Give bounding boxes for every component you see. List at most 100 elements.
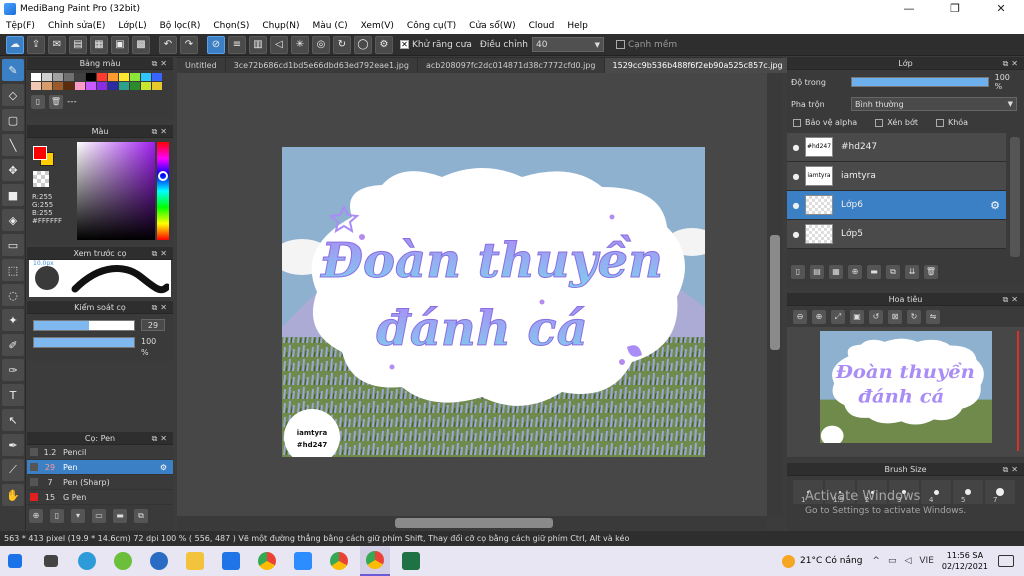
brush-size-option[interactable]: 4 [921, 480, 951, 504]
palette-swatch[interactable] [64, 73, 74, 81]
snap-radial-icon[interactable]: ✳ [291, 35, 309, 54]
language-indicator[interactable]: VIE [919, 556, 934, 566]
comment-icon[interactable]: ✉ [48, 35, 66, 54]
layer-item-lop6[interactable]: ● Lớp6 ⚙ [787, 191, 1006, 220]
snap-off-icon[interactable]: ⊘ [207, 35, 225, 54]
operation-tool-icon[interactable]: ↖ [2, 409, 24, 431]
palette-swatches[interactable] [27, 70, 173, 93]
reset-view-icon[interactable]: ⊠ [888, 310, 902, 324]
navigator-view[interactable]: Đoàn thuyền đánh cá [787, 327, 1024, 457]
brush-size-option[interactable]: 2 [857, 480, 887, 504]
add-palette-icon[interactable]: ▯ [31, 95, 45, 109]
snap-perspective-icon[interactable]: ◁ [270, 35, 288, 54]
layer-list-scrollbar[interactable] [1010, 137, 1020, 257]
flip-horizontal-icon[interactable]: ⇋ [926, 310, 940, 324]
palette-swatch[interactable] [86, 73, 96, 81]
fit-window-icon[interactable]: ⤢ [831, 310, 845, 324]
brush-tool-icon[interactable]: ✎ [2, 59, 24, 81]
copy-brush-icon[interactable]: ▯ [50, 509, 64, 523]
foreground-color-swatch[interactable] [33, 146, 47, 160]
brush-size-option[interactable]: 3 [889, 480, 919, 504]
palette-swatch[interactable] [130, 73, 140, 81]
divide-tool-icon[interactable]: ⟋ [2, 459, 24, 481]
weather-icon[interactable] [782, 554, 796, 568]
palette-swatch[interactable] [108, 82, 118, 90]
panel-controls-icon[interactable]: ⧉✕ [152, 125, 170, 138]
protect-alpha-checkbox[interactable]: Bảo vệ alpha [793, 118, 857, 127]
maximize-button[interactable]: ❐ [932, 2, 978, 15]
antialias-checkbox[interactable]: ✕ Khử răng cưa [400, 40, 472, 50]
snap-parallel-icon[interactable]: ≡ [228, 35, 246, 54]
notification-icon[interactable] [998, 555, 1014, 567]
gear-icon[interactable]: ⚙ [990, 199, 1000, 212]
menu-color[interactable]: Màu (C) [313, 21, 348, 31]
brush-duplicate-icon[interactable]: ⧉ [134, 509, 148, 523]
menu-file[interactable]: Tệp(F) [6, 21, 35, 31]
undo-icon[interactable]: ↶ [159, 35, 177, 54]
tab-untitled[interactable]: Untitled [177, 58, 225, 73]
brush-item-pen-sharp[interactable]: 7 Pen (Sharp) [27, 475, 173, 490]
transparent-color-swatch[interactable] [33, 171, 49, 187]
select-eraser-tool-icon[interactable]: ✑ [2, 359, 24, 381]
menu-filter[interactable]: Bộ lọc(R) [160, 21, 201, 31]
brush-image-icon[interactable]: ▭ [92, 509, 106, 523]
snap-grid-icon[interactable]: ▥ [249, 35, 267, 54]
artwork-canvas[interactable]: Đoàn thuyền đánh cá iamtyra #hd247 [282, 147, 705, 457]
magic-wand-tool-icon[interactable]: ✦ [2, 309, 24, 331]
hue-knob[interactable] [158, 171, 168, 181]
menu-layer[interactable]: Lớp(L) [118, 21, 146, 31]
layer-item-lop5[interactable]: ● Lớp5 [787, 220, 1006, 249]
dot-tool-icon[interactable]: ▢ [2, 109, 24, 131]
palette-swatch[interactable] [42, 73, 52, 81]
canvas-area[interactable]: Đoàn thuyền đánh cá iamtyra #hd247 [177, 73, 767, 517]
zalo-icon[interactable] [216, 546, 246, 576]
menu-select[interactable]: Chọn(S) [213, 21, 249, 31]
brush-size-option[interactable]: 1.5 [825, 480, 855, 504]
brush-item-pencil[interactable]: 1.2 Pencil [27, 445, 173, 460]
canvas-horizontal-scrollbar[interactable] [177, 516, 767, 530]
panel-controls-icon[interactable]: ⧉✕ [1003, 293, 1021, 306]
windows-start-icon[interactable] [0, 546, 30, 576]
layer-item-iamtyra[interactable]: ● iamtyra iamtyra [787, 162, 1006, 191]
duplicate-layer-icon[interactable]: ⧉ [886, 265, 900, 279]
palette-swatch[interactable] [53, 73, 63, 81]
panel-controls-icon[interactable]: ⧉✕ [152, 57, 170, 70]
palette-swatch[interactable] [130, 82, 140, 90]
text-tool-icon[interactable]: T [2, 384, 24, 406]
eraser-tool-icon[interactable]: ◇ [2, 84, 24, 106]
network-icon[interactable]: ▭ [888, 556, 897, 566]
shape-tool-icon[interactable]: ■ [2, 184, 24, 206]
task-view-icon[interactable] [36, 546, 66, 576]
panel-controls-icon[interactable]: ⧉✕ [1003, 57, 1021, 70]
palette-swatch[interactable] [42, 82, 52, 90]
cloud-icon[interactable]: ☁ [6, 35, 24, 54]
layer-item-hd247[interactable]: ● #hd247 #hd247 [787, 133, 1006, 162]
add-layer-menu-icon[interactable]: ⊕ [848, 265, 862, 279]
palette-swatch[interactable] [119, 73, 129, 81]
gradient-tool-icon[interactable]: ▭ [2, 234, 24, 256]
explorer-icon[interactable] [180, 546, 210, 576]
palette-swatch[interactable] [31, 73, 41, 81]
menu-cloud[interactable]: Cloud [529, 21, 555, 31]
adjust-select[interactable]: 40 ▼ [531, 37, 604, 52]
brush-size-slider[interactable] [33, 319, 135, 331]
chevron-up-icon[interactable]: ^ [872, 556, 880, 566]
fill-tool-icon[interactable]: ◈ [2, 209, 24, 231]
delete-palette-icon[interactable]: 🗑 [49, 95, 63, 109]
select-tool-icon[interactable]: ⬚ [2, 259, 24, 281]
canvas-vertical-scrollbar[interactable] [767, 73, 783, 517]
new-layer-icon[interactable]: ▯ [791, 265, 805, 279]
tab-image-2[interactable]: acb208097fc2dc014871d38c7772cfd0.jpg [417, 58, 604, 73]
hand-tool-icon[interactable]: ✋ [2, 484, 24, 506]
clipping-checkbox[interactable]: Xén bớt [875, 118, 918, 127]
snap-circle-icon[interactable]: ◎ [312, 35, 330, 54]
chrome-2-icon[interactable] [324, 546, 354, 576]
palette-swatch[interactable] [97, 73, 107, 81]
palette-swatch[interactable] [31, 82, 41, 90]
snap-settings-icon[interactable]: ⚙ [375, 35, 393, 54]
palette-swatch[interactable] [119, 82, 129, 90]
volume-icon[interactable]: ◁ [904, 556, 911, 566]
gear-icon[interactable]: ⚙ [160, 463, 167, 472]
panel-controls-icon[interactable]: ⧉✕ [152, 432, 170, 445]
palette-swatch[interactable] [152, 82, 162, 90]
